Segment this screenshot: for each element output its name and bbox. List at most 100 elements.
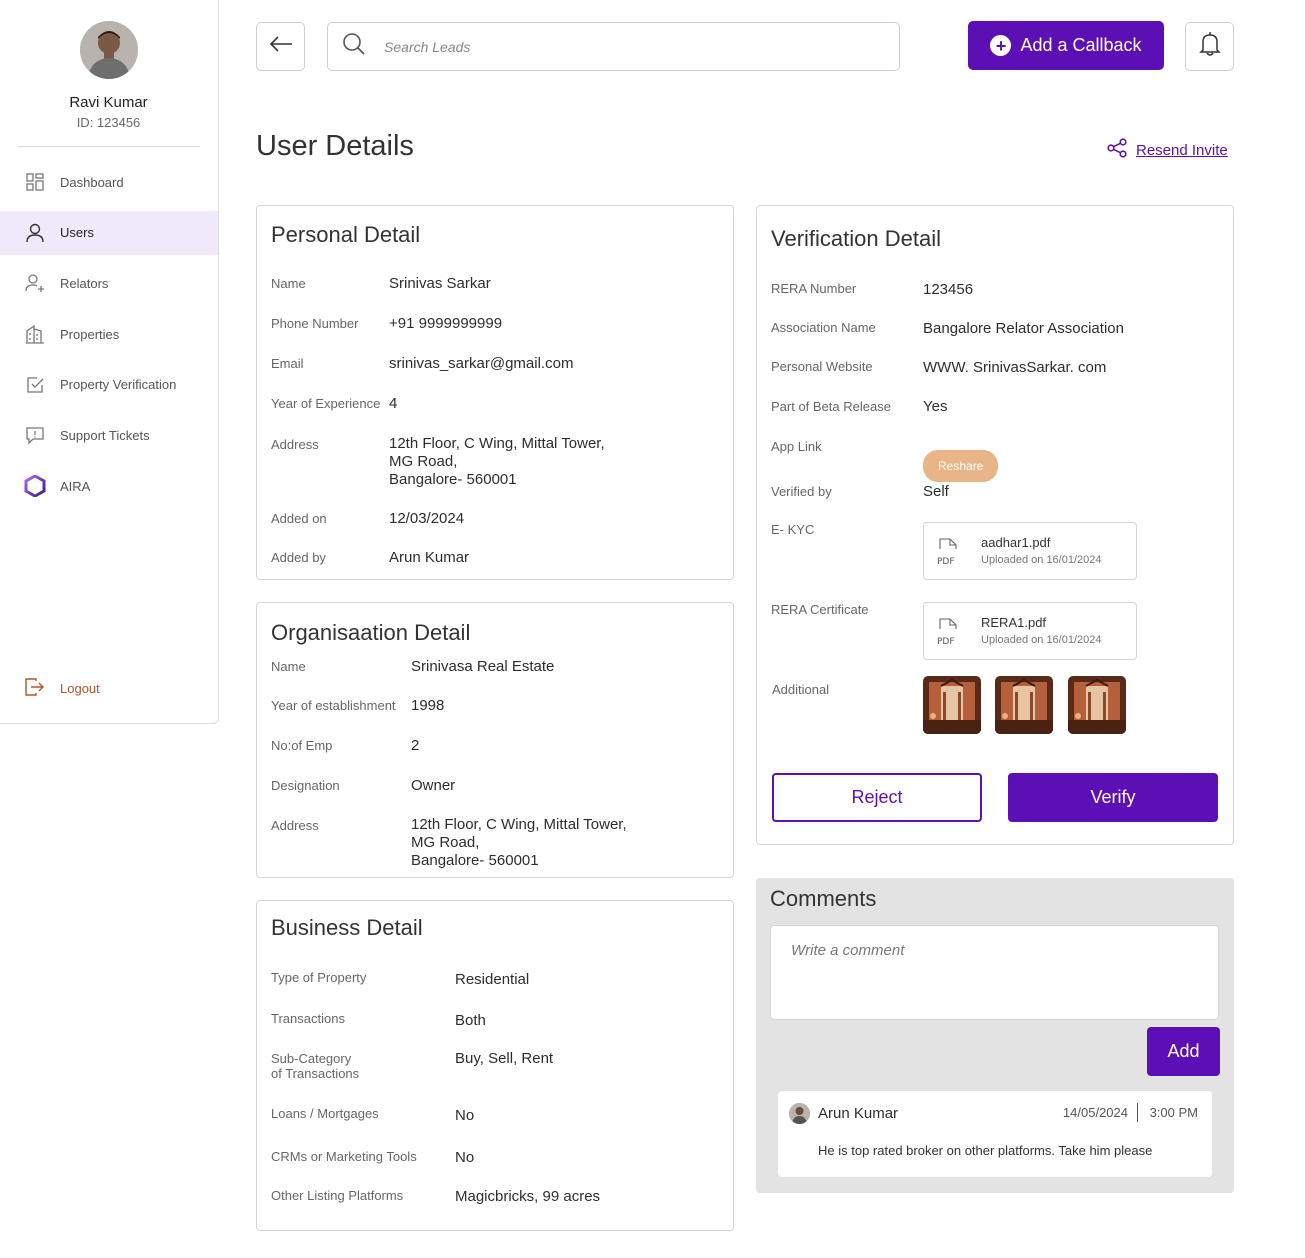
bell-icon	[1198, 31, 1221, 62]
logout-icon	[24, 677, 46, 699]
detail-label: Designation	[271, 778, 340, 793]
sidebar-item-label: AIRA	[60, 478, 91, 494]
ekyc-file[interactable]: PDF aadhar1.pdf Uploaded on 16/01/2024	[923, 522, 1137, 580]
sidebar-item-relators[interactable]: Relators	[0, 261, 218, 305]
detail-label: RERA Number	[771, 281, 857, 296]
detail-value: 1998	[411, 697, 445, 714]
add-callback-label: Add a Callback	[1020, 35, 1142, 55]
comment-item: Arun Kumar 14/05/2024 3:00 PM He is top …	[778, 1091, 1212, 1177]
pdf-tag: PDF	[937, 557, 955, 565]
comment-author: Arun Kumar	[818, 1105, 899, 1122]
detail-label: Year of Experience	[271, 396, 381, 411]
detail-value: Srinivas Sarkar	[389, 275, 491, 292]
additional-image-thumbnail[interactable]	[923, 676, 981, 734]
dashboard-icon	[24, 171, 46, 193]
page-title: User Details	[256, 130, 414, 162]
sidebar-item-label: Properties	[60, 326, 120, 342]
sidebar-item-support-tickets[interactable]: Support Tickets	[0, 413, 218, 457]
detail-label: Other Listing Platforms	[271, 1188, 404, 1203]
pdf-file-icon: PDF	[937, 617, 961, 647]
card-title: Personal Detail	[271, 222, 421, 247]
logout-button[interactable]: Logout	[24, 677, 100, 699]
sidebar-item-users[interactable]: Users	[0, 210, 218, 255]
user-icon	[24, 222, 46, 244]
detail-value: No	[455, 1149, 475, 1166]
sidebar-item-label: Dashboard	[60, 174, 124, 190]
detail-value: 12th Floor, C Wing, Mittal Tower, MG Roa…	[411, 816, 627, 869]
detail-value: WWW. SrinivasSarkar. com	[923, 359, 1107, 376]
share-icon	[1107, 138, 1127, 162]
add-comment-button[interactable]: Add	[1147, 1027, 1220, 1076]
reject-button[interactable]: Reject	[772, 773, 982, 822]
sidebar-item-property-verification[interactable]: Property Verification	[0, 363, 218, 407]
personal-detail-card: Personal Detail Name Srinivas Sarkar Pho…	[256, 205, 734, 580]
sidebar-item-properties[interactable]: Properties	[0, 312, 218, 356]
back-button[interactable]	[256, 22, 305, 71]
check-square-icon	[24, 374, 46, 396]
sidebar-item-dashboard[interactable]: Dashboard	[0, 160, 218, 204]
arrow-left-icon	[269, 35, 293, 58]
detail-label: Sub-Category of Transactions	[271, 1051, 360, 1081]
divider	[18, 146, 200, 147]
card-title: Organisaation Detail	[271, 620, 471, 645]
detail-label: RERA Certificate	[771, 602, 869, 617]
comments-title: Comments	[770, 886, 877, 911]
detail-value: 4	[389, 395, 398, 412]
rera-certificate-file[interactable]: PDF RERA1.pdf Uploaded on 16/01/2024	[923, 602, 1137, 660]
verification-detail-card: Verification Detail RERA Number 123456 A…	[756, 205, 1234, 845]
comment-input[interactable]	[770, 925, 1219, 1020]
divider	[1137, 1103, 1138, 1122]
notifications-button[interactable]	[1185, 22, 1234, 71]
hexagon-logo-icon	[24, 475, 46, 498]
profile-id: ID: 123456	[76, 115, 141, 130]
sidebar-nav: Dashboard Users Relators Properties Prop…	[0, 160, 218, 515]
message-alert-icon	[24, 424, 46, 446]
detail-value: 12th Floor, C Wing, Mittal Tower, MG Roa…	[389, 435, 605, 488]
file-name: aadhar1.pdf	[981, 535, 1051, 550]
reshare-button[interactable]: Reshare	[923, 450, 999, 482]
comment-text: He is top rated broker on other platform…	[818, 1143, 1153, 1158]
detail-label: Name	[271, 659, 306, 674]
business-detail-card: Business Detail Type of Property Residen…	[256, 900, 734, 1231]
detail-label: CRMs or Marketing Tools	[271, 1149, 417, 1164]
sidebar-item-aira[interactable]: AIRA	[0, 464, 218, 508]
plus-circle-icon: +	[990, 35, 1012, 56]
organisation-detail-card: Organisaation Detail Name Srinivasa Real…	[256, 602, 734, 878]
detail-value: Bangalore Relator Association	[923, 320, 1124, 337]
detail-value: 123456	[923, 281, 974, 298]
resend-invite-label: Resend Invite	[1136, 141, 1228, 159]
user-add-icon	[24, 272, 46, 294]
detail-label: Name	[271, 276, 306, 291]
detail-value: Magicbricks, 99 acres	[455, 1188, 601, 1205]
pdf-tag: PDF	[937, 637, 955, 645]
detail-label: Phone Number	[271, 316, 359, 331]
detail-value: Self	[923, 483, 949, 500]
logout-label: Logout	[60, 680, 100, 696]
detail-value: Srinivasa Real Estate	[411, 658, 555, 675]
sidebar-item-label: Relators	[60, 275, 109, 291]
detail-value: 12/03/2024	[389, 510, 465, 527]
detail-label: Part of Beta Release	[771, 399, 891, 414]
detail-label: Address	[271, 818, 319, 833]
additional-image-thumbnail[interactable]	[1068, 676, 1126, 734]
search-bar[interactable]	[327, 22, 900, 71]
add-callback-button[interactable]: + Add a Callback	[968, 21, 1164, 70]
detail-label: E- KYC	[771, 522, 815, 537]
sidebar-item-label: Support Tickets	[60, 427, 150, 443]
pdf-file-icon: PDF	[937, 537, 961, 567]
additional-image-thumbnail[interactable]	[995, 676, 1053, 734]
detail-label: Verified by	[771, 484, 832, 499]
avatar[interactable]	[80, 21, 138, 79]
comments-panel: Comments Add Arun Kumar 14/05/2024 3:00 …	[756, 878, 1234, 1193]
file-name: RERA1.pdf	[981, 615, 1047, 630]
card-title: Verification Detail	[771, 226, 941, 251]
sidebar: Ravi Kumar ID: 123456 Dashboard Users Re…	[0, 0, 219, 724]
detail-label: Personal Website	[771, 359, 873, 374]
detail-label: Type of Property	[271, 970, 367, 985]
detail-label: Address	[271, 437, 319, 452]
verify-button[interactable]: Verify	[1008, 773, 1218, 822]
detail-label: Additional	[772, 682, 830, 697]
resend-invite-link[interactable]: Resend Invite	[1107, 138, 1228, 162]
sidebar-item-label: Users	[60, 225, 94, 241]
search-input[interactable]	[384, 38, 864, 55]
